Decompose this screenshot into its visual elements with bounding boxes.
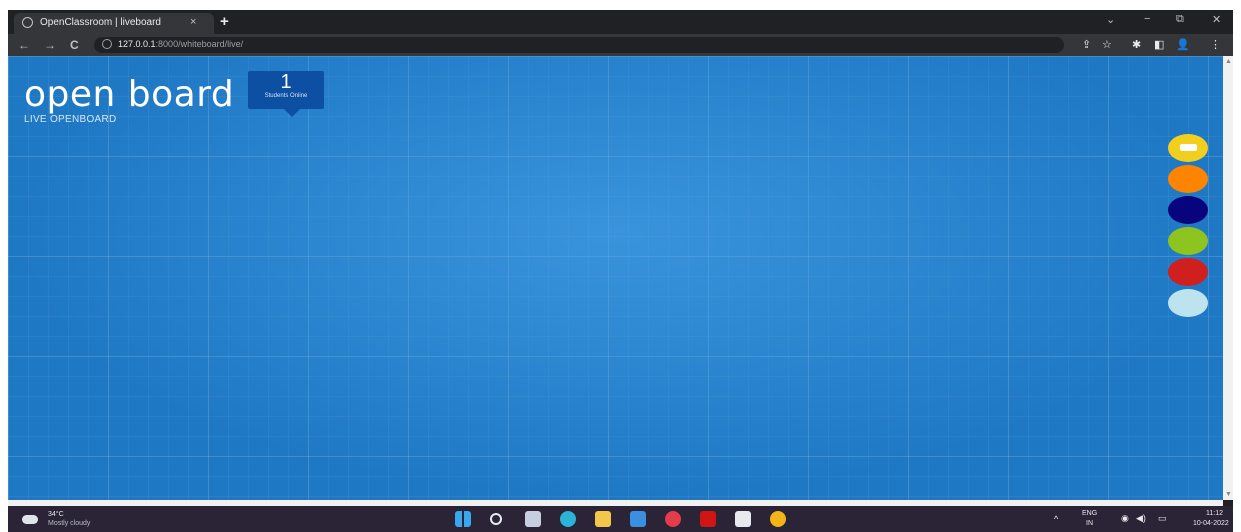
weather-temp: 34°C [48, 511, 64, 518]
color-swatch-navy[interactable] [1168, 196, 1208, 224]
battery-icon[interactable]: ▭ [1158, 513, 1167, 524]
browser-window: OpenClassroom | liveboard × + ⌄ − ⧉ ✕ ← … [8, 10, 1233, 532]
color-swatch-yellow[interactable] [1168, 134, 1208, 162]
language-region[interactable]: IN [1086, 520, 1093, 527]
globe-icon [22, 17, 33, 28]
volume-icon[interactable]: ◀) [1136, 513, 1146, 524]
close-window-icon[interactable]: ✕ [1212, 13, 1221, 26]
tab-openclassroom[interactable]: OpenClassroom | liveboard × [14, 13, 214, 34]
scroll-down-icon[interactable]: ▼ [1225, 491, 1232, 498]
file-explorer-icon[interactable] [595, 511, 611, 527]
store-icon[interactable] [630, 511, 646, 527]
tab-search-icon[interactable]: ⌄ [1106, 13, 1115, 26]
site-info-icon[interactable] [102, 39, 112, 49]
opera-icon[interactable] [665, 511, 681, 527]
sidebar-icon[interactable]: ◧ [1154, 38, 1164, 51]
back-icon[interactable]: ← [18, 38, 30, 52]
brand-subtitle: LIVE OPENBOARD [24, 114, 117, 125]
chrome-icon[interactable] [770, 511, 786, 527]
wifi-icon[interactable]: ◉ [1121, 513, 1129, 524]
terminal-icon[interactable] [735, 511, 751, 527]
selected-marker-icon [1180, 144, 1197, 151]
color-swatch-orange[interactable] [1168, 165, 1208, 193]
profile-icon[interactable]: 👤 [1176, 38, 1190, 51]
address-bar[interactable]: 127.0.0.1:8000/whiteboard/live/ [94, 37, 1064, 53]
students-online-badge: 1 Students Online [248, 71, 324, 117]
taskbar: 34°C Mostly cloudy ^ ENG IN ◉ ◀) ▭ 11:12… [8, 506, 1233, 532]
edge-icon[interactable] [560, 511, 576, 527]
netflix-icon[interactable] [700, 511, 716, 527]
color-swatch-light-blue[interactable] [1168, 289, 1208, 317]
url-path: :8000/whiteboard/live/ [155, 39, 244, 49]
clock-date[interactable]: 10-04-2022 [1193, 520, 1229, 527]
language-code[interactable]: ENG [1082, 510, 1097, 517]
forward-icon[interactable]: → [44, 38, 56, 52]
online-count: 1 [280, 71, 292, 93]
cloud-icon[interactable] [22, 515, 38, 524]
search-icon[interactable] [490, 513, 502, 525]
reload-icon[interactable]: C [70, 38, 79, 52]
tray-chevron-icon[interactable]: ^ [1054, 514, 1058, 524]
start-icon[interactable] [455, 511, 471, 527]
minimize-icon[interactable]: − [1144, 13, 1150, 25]
color-swatch-red[interactable] [1168, 258, 1208, 286]
task-view-icon[interactable] [525, 511, 541, 527]
star-icon[interactable]: ☆ [1102, 38, 1112, 51]
new-tab-icon[interactable]: + [220, 13, 229, 30]
tab-strip: OpenClassroom | liveboard × + ⌄ − ⧉ ✕ [8, 10, 1233, 34]
restore-icon[interactable]: ⧉ [1176, 13, 1184, 26]
tab-close-icon[interactable]: × [190, 16, 196, 28]
extensions-icon[interactable]: ✱ [1132, 38, 1141, 51]
url-text: 127.0.0.1:8000/whiteboard/live/ [118, 39, 243, 49]
share-icon[interactable]: ⇪ [1082, 38, 1091, 51]
scroll-up-icon[interactable]: ▲ [1225, 58, 1232, 65]
menu-icon[interactable]: ⋮ [1210, 38, 1221, 51]
tab-title: OpenClassroom | liveboard [40, 17, 161, 28]
whiteboard-canvas[interactable]: open board LIVE OPENBOARD 1 Students Onl… [8, 56, 1223, 500]
vertical-scrollbar[interactable]: ▲ ▼ [1223, 56, 1233, 500]
color-swatch-green[interactable] [1168, 227, 1208, 255]
online-label: Students Online [264, 93, 308, 99]
clock-time[interactable]: 11:12 [1206, 510, 1223, 517]
browser-toolbar: ← → C 127.0.0.1:8000/whiteboard/live/ ⇪ … [8, 34, 1233, 56]
url-host: 127.0.0.1 [118, 39, 156, 49]
brand-title: open board [24, 74, 235, 115]
weather-desc: Mostly cloudy [48, 520, 91, 527]
